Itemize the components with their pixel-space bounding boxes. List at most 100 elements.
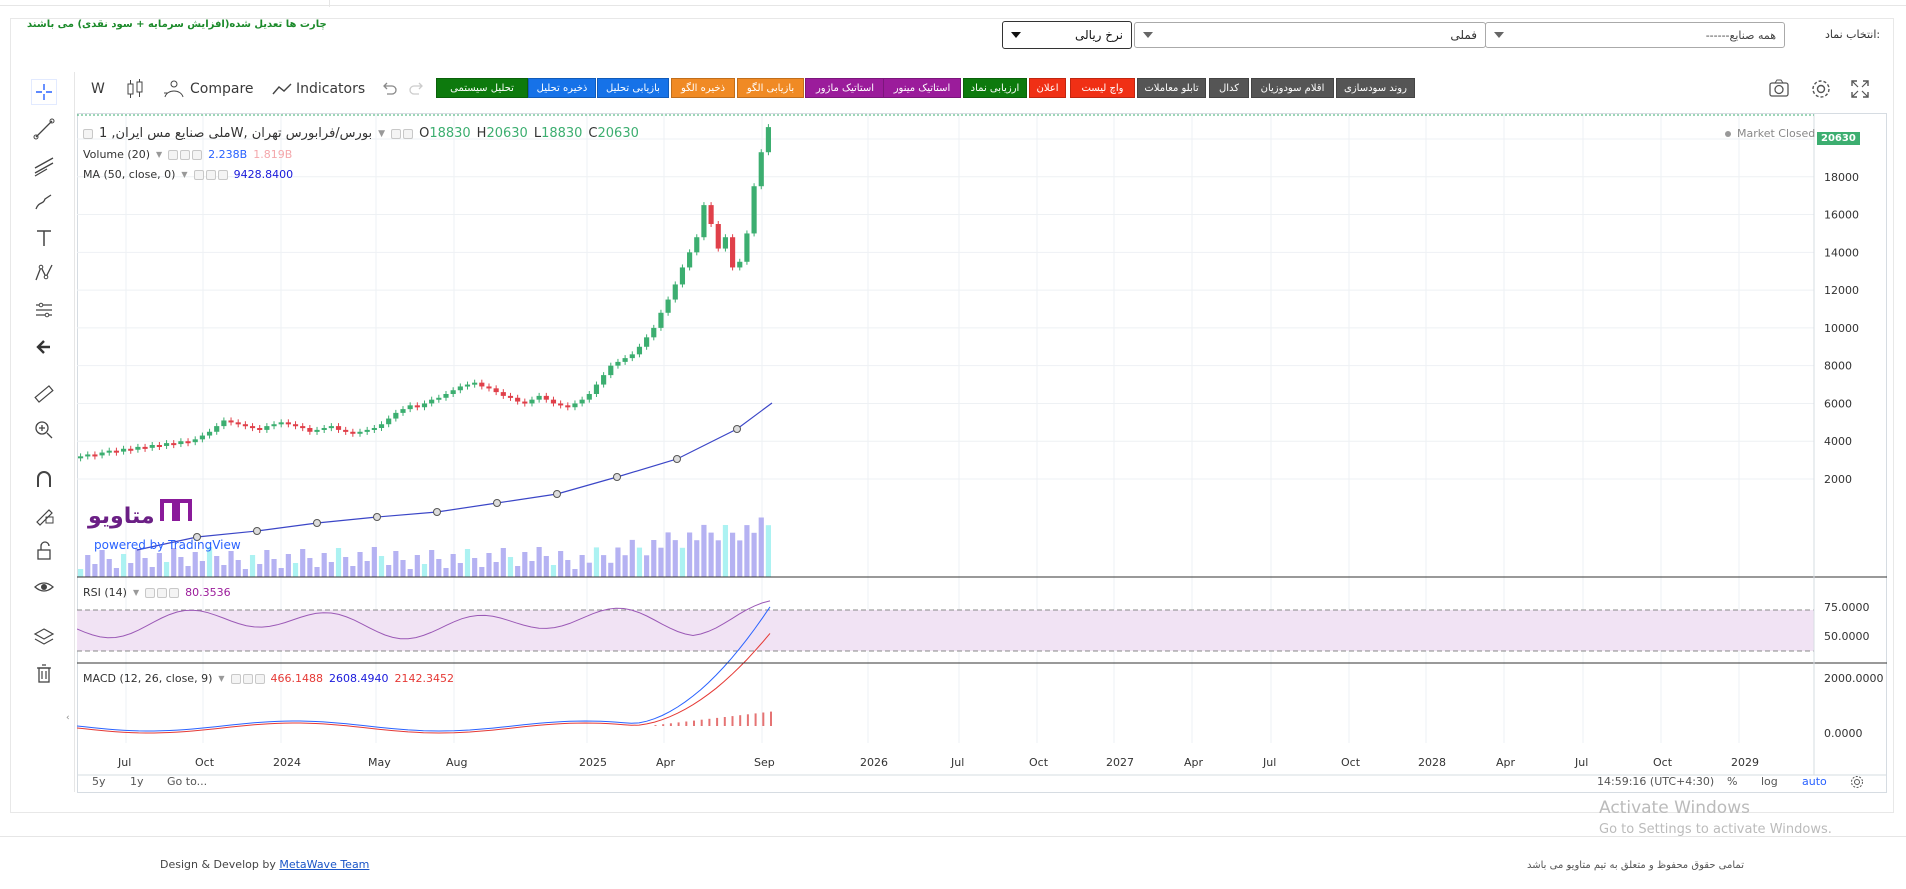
- redo-icon[interactable]: [409, 78, 425, 100]
- volume-bar: [113, 568, 119, 577]
- candle-body: [386, 418, 392, 425]
- zoom-in-icon[interactable]: [31, 417, 57, 443]
- volume-bar: [214, 556, 220, 577]
- tag-button-2[interactable]: بازیابی تحلیل: [597, 78, 669, 98]
- chart-canvas[interactable]: 2000018000160001400012000100008000600040…: [77, 113, 1887, 793]
- volume-bar: [386, 565, 392, 577]
- magnet-icon[interactable]: [31, 466, 57, 492]
- price-tick-label: 12000: [1824, 284, 1859, 297]
- ruler-tool-icon[interactable]: [31, 381, 57, 407]
- candle-body: [92, 454, 98, 457]
- candle-body: [644, 337, 650, 347]
- chevron-down-icon[interactable]: ▼: [156, 150, 162, 159]
- text-tool-icon[interactable]: [31, 225, 57, 251]
- candle-body: [572, 403, 578, 408]
- industry-select[interactable]: ------همه صنایع: [1485, 22, 1785, 48]
- auto-toggle[interactable]: auto: [1802, 775, 1827, 788]
- team-link[interactable]: MetaWave Team: [279, 858, 369, 871]
- layers-icon[interactable]: [31, 624, 57, 650]
- candle-body: [586, 394, 592, 400]
- goto-button[interactable]: Go to...: [167, 775, 207, 788]
- candle-body: [292, 424, 299, 427]
- prediction-tool-icon[interactable]: [31, 297, 57, 323]
- tag-button-4[interactable]: بازیابی الگو: [737, 78, 804, 98]
- volume-bar: [536, 547, 542, 577]
- volume-bar: [371, 547, 377, 577]
- tag-button-9[interactable]: واچ لیست: [1070, 78, 1135, 98]
- volume-legend: Volume (20) ▼ 2.238B 1.819B: [83, 148, 293, 161]
- interval-button[interactable]: W: [91, 78, 105, 100]
- time-tick-label: May: [368, 756, 391, 769]
- tag-button-0[interactable]: تحلیل سیستمی: [436, 78, 528, 98]
- tag-button-13[interactable]: روند سودسازی: [1336, 78, 1415, 98]
- brush-tool-icon[interactable]: [31, 189, 57, 215]
- volume-bar: [744, 525, 750, 577]
- legend-actions-icon[interactable]: [145, 587, 180, 598]
- legend-collapse-icon[interactable]: [83, 128, 93, 139]
- trend-line-tool-icon[interactable]: [31, 116, 57, 142]
- tag-button-7[interactable]: ارزیابی نماد: [963, 78, 1027, 98]
- tag-button-1[interactable]: ذخیره تحلیل: [528, 78, 596, 98]
- back-arrow-icon[interactable]: [31, 334, 57, 360]
- fullscreen-icon[interactable]: [1850, 79, 1870, 103]
- log-toggle[interactable]: log: [1761, 775, 1778, 788]
- candle-body: [135, 446, 141, 450]
- tag-button-3[interactable]: ذخیره الگو: [671, 78, 735, 98]
- tag-button-12[interactable]: اقلام سودوزیان: [1251, 78, 1334, 98]
- camera-icon[interactable]: [1768, 78, 1790, 102]
- indicators-button[interactable]: Indicators: [272, 78, 365, 100]
- trash-icon[interactable]: [31, 660, 57, 686]
- candle-body: [450, 390, 456, 394]
- volume-bar: [687, 532, 693, 577]
- price-tick-label: 10000: [1824, 322, 1859, 335]
- volume-bar: [579, 555, 585, 577]
- percent-toggle[interactable]: %: [1727, 775, 1737, 788]
- legend-actions-icon[interactable]: [391, 128, 414, 139]
- top-tab[interactable]: [0, 0, 330, 7]
- volume-bar: [672, 540, 678, 577]
- tag-button-5[interactable]: استاتیک ماژور: [805, 78, 885, 98]
- candle-body: [694, 237, 700, 253]
- compare-button[interactable]: Compare: [162, 78, 254, 100]
- chevron-down-icon[interactable]: ▼: [133, 588, 139, 597]
- volume-bar: [651, 540, 657, 577]
- collapse-arrow-icon[interactable]: ‹: [66, 713, 70, 723]
- pattern-tool-icon[interactable]: [31, 260, 57, 286]
- time-tick-label: Oct: [1341, 756, 1361, 769]
- tag-button-8[interactable]: اعلان: [1029, 78, 1066, 98]
- price-type-select[interactable]: نرخ ریالی: [1002, 21, 1132, 49]
- candle-body: [443, 394, 449, 398]
- volume-bar: [128, 563, 134, 577]
- volume-bar: [235, 560, 241, 577]
- legend-actions-icon[interactable]: [193, 169, 228, 180]
- unlock-icon[interactable]: [31, 538, 57, 564]
- tag-button-6[interactable]: استاتیک مینور: [883, 78, 961, 98]
- chevron-down-icon[interactable]: ▼: [378, 129, 385, 139]
- scale-settings-icon[interactable]: [1850, 774, 1864, 793]
- eye-icon[interactable]: [31, 574, 57, 600]
- settings-gear-icon[interactable]: [1810, 78, 1832, 104]
- tag-button-10[interactable]: تابلو معاملات: [1137, 78, 1206, 98]
- fib-tool-icon[interactable]: [31, 153, 57, 179]
- candle-body: [307, 428, 313, 432]
- candle-style-icon[interactable]: [126, 78, 144, 100]
- volume-bar: [550, 565, 557, 577]
- tag-button-11[interactable]: کدال: [1209, 78, 1249, 98]
- range-5y-button[interactable]: 5y: [92, 775, 106, 788]
- chevron-down-icon: [1143, 32, 1153, 38]
- volume-bar: [457, 563, 463, 577]
- legend-actions-icon[interactable]: [230, 673, 265, 684]
- candle-body: [414, 405, 420, 408]
- chevron-down-icon[interactable]: ▼: [218, 674, 224, 683]
- range-1y-button[interactable]: 1y: [130, 775, 144, 788]
- candle-body: [421, 403, 428, 408]
- undo-icon[interactable]: [381, 78, 397, 100]
- ma-marker: [733, 425, 741, 433]
- volume-bar: [142, 558, 148, 577]
- legend-actions-icon[interactable]: [168, 149, 203, 160]
- volume-bar: [149, 567, 155, 577]
- chevron-down-icon[interactable]: ▼: [181, 170, 187, 179]
- crosshair-tool-icon[interactable]: [31, 79, 57, 105]
- lock-drawing-icon[interactable]: [31, 502, 57, 528]
- symbol-select[interactable]: فملی: [1134, 22, 1486, 48]
